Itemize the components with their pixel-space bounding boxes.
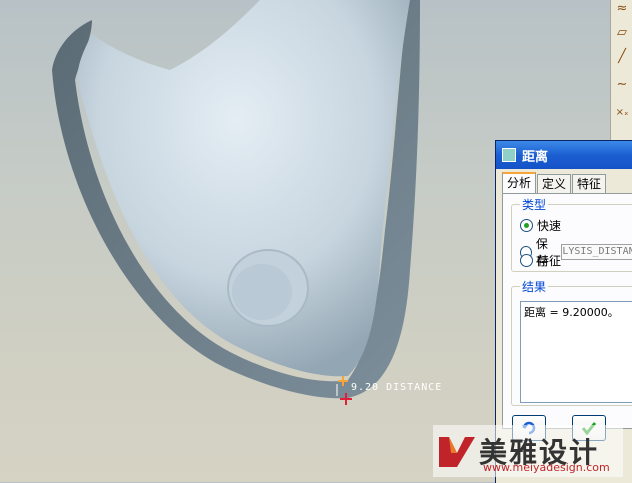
radio-feature[interactable] [520, 254, 533, 267]
curve-analysis-icon[interactable]: ≈ [613, 0, 631, 18]
type-option-feature[interactable]: 特征 [520, 252, 561, 269]
type-group: 类型 快速 保存 LYSIS_DISTAN 特征 [511, 196, 632, 272]
result-group: 结果 距离 = 9.20000。 [511, 278, 632, 406]
tab-feature[interactable]: 特征 [572, 174, 607, 194]
point-icon[interactable]: ×ₓ [613, 104, 631, 122]
type-option-quick-label: 快速 [537, 219, 562, 233]
analysis-panel: 类型 快速 保存 LYSIS_DISTAN 特征 结果 距离 = 9.20000… [502, 193, 632, 429]
type-group-label: 类型 [520, 196, 549, 213]
meiya-logo-mark [439, 437, 475, 467]
distance-dimension-label: 9.20 DISTANCE [351, 382, 443, 393]
dialog-app-icon [502, 148, 516, 162]
dialog-tabs: 分析 定义 特征 [502, 172, 607, 195]
result-textbox[interactable]: 距离 = 9.20000。 [520, 301, 632, 403]
circular-boss-shadow [232, 264, 292, 320]
dialog-title: 距离 [522, 149, 549, 165]
watermark-logo: 美雅设计 www.meiyadesign.com [433, 425, 623, 477]
plane-icon[interactable]: ▱ [613, 24, 631, 42]
type-option-quick[interactable]: 快速 [520, 217, 561, 234]
dialog-titlebar[interactable]: 距离 [496, 141, 632, 169]
axis-icon[interactable]: ╱ [613, 48, 631, 66]
result-group-label: 结果 [520, 278, 549, 295]
watermark-url: www.meiyadesign.com [483, 461, 610, 474]
shell-surface [77, 0, 411, 377]
radio-quick[interactable] [520, 219, 533, 232]
analysis-name-field[interactable]: LYSIS_DISTAN [561, 244, 632, 260]
tab-analysis[interactable]: 分析 [502, 172, 537, 195]
type-option-feature-label: 特征 [537, 254, 562, 268]
tab-definition[interactable]: 定义 [537, 174, 572, 194]
right-toolbar: ≈ ▱ ╱ ∼ ×ₓ [610, 0, 632, 140]
sketch-curve-icon[interactable]: ∼ [613, 76, 631, 94]
